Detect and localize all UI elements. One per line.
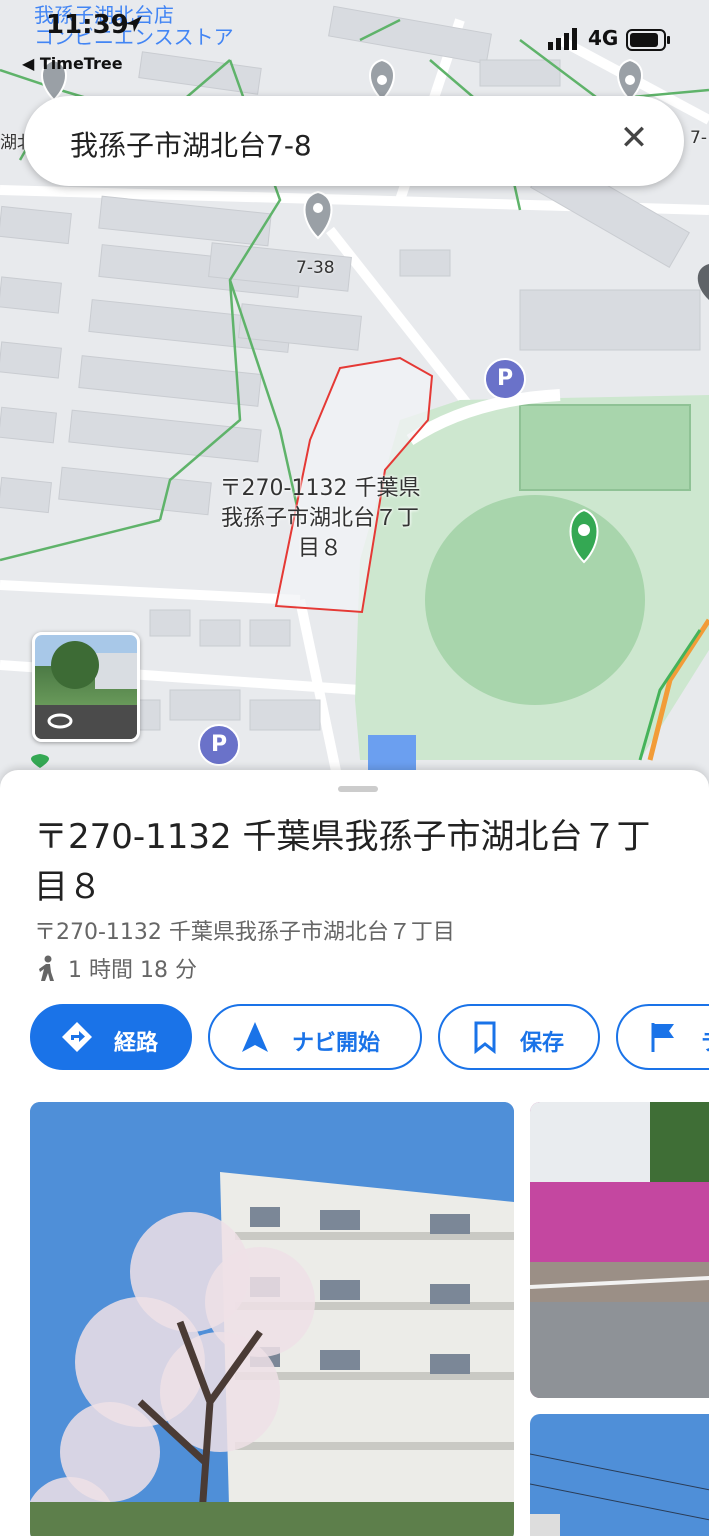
place-title: 〒270-1132 千葉県我孫子市湖北台７丁目８	[34, 817, 651, 907]
street-view-thumbnail[interactable]	[32, 632, 140, 742]
network-type: 4G	[588, 26, 619, 50]
search-bar[interactable]: 我孫子市湖北台7-8 ✕	[24, 96, 684, 186]
map-address-line: 我孫子市湖北台７丁	[220, 506, 419, 531]
close-icon[interactable]: ✕	[612, 116, 656, 160]
search-query[interactable]: 我孫子市湖北台7-8	[70, 124, 312, 164]
travel-time-value: 1 時間 18 分	[68, 958, 197, 983]
flag-icon	[651, 1023, 674, 1052]
place-sheet[interactable]: 〒270-1132 千葉県我孫子市湖北台７丁目８ 〒270-1132 千葉県我孫…	[0, 770, 709, 1536]
pin-label: 7-38	[296, 258, 335, 278]
walking-icon	[39, 955, 54, 981]
rotate-360-icon	[47, 713, 73, 729]
place-photo[interactable]	[30, 1102, 514, 1536]
map-edge-label: 7-	[690, 128, 707, 148]
place-address: 〒270-1132 千葉県我孫子市湖北台７丁目	[34, 920, 455, 945]
label-button[interactable]: ラ	[616, 1004, 709, 1070]
travel-time: 1 時間 18 分	[34, 952, 197, 984]
map-view[interactable]: P P 〒270-1132 千葉県 我孫子市湖北台７丁 目８ 7-38 湖北 7…	[0, 0, 709, 800]
place-photo[interactable]	[530, 1102, 709, 1398]
save-label: 保存	[520, 1031, 565, 1056]
parking-marker[interactable]: P	[484, 358, 526, 400]
map-address-line: 〒270-1132 千葉県	[219, 476, 421, 501]
status-time: 11:39	[46, 10, 129, 40]
directions-icon	[62, 1022, 92, 1052]
map-address-line: 目８	[297, 536, 342, 561]
parking-marker[interactable]: P	[198, 724, 240, 766]
bookmark-icon	[474, 1021, 496, 1054]
location-arrow-icon	[126, 16, 142, 32]
action-buttons: 経路 ナビ開始 保存 ラ	[30, 1004, 709, 1074]
label-button-label: ラ	[700, 1025, 709, 1057]
save-button[interactable]: 保存	[438, 1004, 600, 1070]
navigate-label: ナビ開始	[292, 1031, 381, 1056]
sheet-handle[interactable]	[338, 786, 378, 792]
status-bar: 11:39 ◀ TimeTree 4G	[0, 0, 709, 80]
back-to-app-link[interactable]: ◀ TimeTree	[22, 54, 123, 73]
signal-icon	[548, 28, 577, 50]
navigate-button[interactable]: ナビ開始	[208, 1004, 422, 1070]
place-photo[interactable]	[530, 1414, 709, 1536]
battery-icon	[626, 29, 670, 51]
directions-label: 経路	[114, 1031, 159, 1056]
map-address-label: 〒270-1132 千葉県 我孫子市湖北台７丁 目８	[190, 474, 450, 564]
navigation-arrow-icon	[242, 1022, 268, 1052]
directions-button[interactable]: 経路	[30, 1004, 192, 1070]
